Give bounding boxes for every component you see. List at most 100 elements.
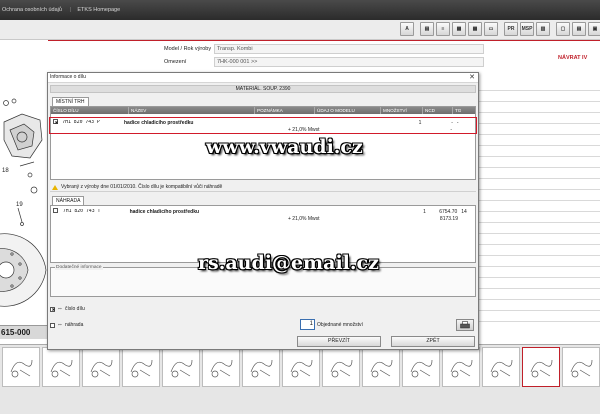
list-icon[interactable]: ≡ xyxy=(436,22,450,36)
table-icon[interactable]: ▦ xyxy=(452,22,466,36)
part-sketch-icon xyxy=(290,359,313,378)
part-sketch-icon xyxy=(330,359,353,378)
chart-icon[interactable]: ▥ xyxy=(536,22,550,36)
callout-19: 19 xyxy=(16,202,23,208)
diagram-thumbnail[interactable] xyxy=(202,347,240,387)
part-sketch-icon xyxy=(130,359,153,378)
dialog-caption: MATERIÁL. SOUP. 2390 xyxy=(50,85,476,93)
top-menu-bar: Ochrana osobních údajů | ETKS Homepage xyxy=(0,0,600,20)
diagram-thumbnail[interactable] xyxy=(82,347,120,387)
list-line xyxy=(478,267,600,278)
arrows-icon: ⇔ xyxy=(57,322,63,328)
row-checkbox[interactable] xyxy=(53,208,58,213)
table-row-vat: + 21,0% Mwst 8173.19 xyxy=(51,215,475,222)
list-line xyxy=(478,168,600,179)
col-quantity[interactable]: MNOŽSTVÍ xyxy=(381,107,423,114)
additional-info-label: Dodatečné informace xyxy=(55,265,103,270)
part-sketch-icon xyxy=(50,359,73,378)
arrows-icon: ⇔ xyxy=(57,306,63,312)
car-icon[interactable]: ▭ xyxy=(484,22,498,36)
tab-local-market[interactable]: MÍSTNÍ TRH xyxy=(52,97,89,106)
col-tg[interactable]: TG xyxy=(453,107,475,114)
list-line xyxy=(478,146,600,157)
list-line xyxy=(478,201,600,212)
option-part-number[interactable]: ⇔ číslo dílu xyxy=(50,306,85,312)
col-ncd[interactable]: NCD xyxy=(423,107,453,114)
pr-icon[interactable]: PR xyxy=(504,22,518,36)
binoculars-icon[interactable]: A xyxy=(400,22,414,36)
back-button[interactable]: ZPĚT xyxy=(391,336,475,347)
diagram-thumbnail[interactable] xyxy=(362,347,400,387)
window-icon[interactable]: ▢ xyxy=(556,22,570,36)
diagram-thumbnail[interactable] xyxy=(42,347,80,387)
diagram-thumbnail[interactable] xyxy=(402,347,440,387)
warning-icon xyxy=(52,184,58,190)
homepage-link[interactable]: ETKS Homepage xyxy=(77,7,120,13)
quantity-label: Objednané množství xyxy=(317,322,363,328)
col-model-info[interactable]: ÚDAJ O MODELU xyxy=(315,107,381,114)
diagram-thumbnail[interactable] xyxy=(482,347,520,387)
diagram-thumbnail[interactable] xyxy=(522,347,560,387)
compatibility-warning: Vybraný z výroby dne 01/01/2010. Číslo d… xyxy=(50,183,476,192)
list-line xyxy=(478,102,600,113)
msp-icon[interactable]: MSP xyxy=(520,22,534,36)
list-line xyxy=(478,124,600,135)
part-sketch-icon xyxy=(10,359,33,378)
privacy-link[interactable]: Ochrana osobních údajů xyxy=(2,7,62,13)
list-line xyxy=(478,278,600,289)
close-icon[interactable]: ✕ xyxy=(469,73,475,82)
diagram-thumbnail[interactable] xyxy=(322,347,360,387)
doc-icon[interactable]: ▤ xyxy=(572,22,586,36)
vat-note: + 21,0% Mwst xyxy=(288,215,320,222)
restriction-label: Omezení xyxy=(164,58,187,65)
list-line xyxy=(478,311,600,322)
print-preview-icon[interactable]: ▤ xyxy=(420,22,434,36)
list-line xyxy=(478,223,600,234)
list-line xyxy=(478,179,600,190)
restriction-row: Omezení 7HK-000 001 >> xyxy=(162,56,600,67)
list-line xyxy=(478,80,600,91)
dialog-titlebar[interactable]: Informace o dílu ✕ xyxy=(48,73,478,83)
warning-text: Vybraný z výroby dne 01/01/2010. Číslo d… xyxy=(61,184,223,190)
tab-replacement[interactable]: NÁHRADA xyxy=(52,196,85,205)
part-sketch-icon xyxy=(530,359,553,378)
part-sketch-icon xyxy=(90,359,113,378)
diagram-thumbnail[interactable] xyxy=(2,347,40,387)
list-line xyxy=(478,289,600,300)
illustration-number: 615-000 xyxy=(0,325,48,339)
grid-header: ČÍSLO DÍLU NÁZEV POZNÁMKA ÚDAJ O MODELU … xyxy=(51,107,475,114)
list-line xyxy=(478,157,600,168)
dialog-title: Informace o dílu xyxy=(50,74,86,80)
col-name[interactable]: NÁZEV xyxy=(129,107,255,114)
print-button[interactable] xyxy=(456,319,474,331)
pdf-icon[interactable]: ▣ xyxy=(588,22,600,36)
table-row[interactable]: 7H1 820 743 T hadice chladicího prostřed… xyxy=(51,208,475,215)
part-number: 7H1 820 743 T xyxy=(62,209,101,214)
diagram-thumbnail[interactable] xyxy=(162,347,200,387)
thumbnail-strip xyxy=(0,344,600,414)
watermark-site: www.vwaudi.cz xyxy=(206,136,363,158)
quantity-input[interactable]: 1 xyxy=(300,319,315,330)
take-over-button[interactable]: PŘEVZÍT xyxy=(297,336,381,347)
col-note[interactable]: POZNÁMKA xyxy=(255,107,315,114)
diagram-thumbnail[interactable] xyxy=(562,347,600,387)
replacement-checkbox[interactable] xyxy=(50,322,55,328)
return-link[interactable]: NÁVRAT IV xyxy=(558,55,587,61)
part-number-checkbox[interactable] xyxy=(50,306,55,312)
model-row: Model / Rok výroby Transp. Kombi xyxy=(162,43,600,54)
menu-separator: | xyxy=(69,7,72,13)
diagram-thumbnail[interactable] xyxy=(242,347,280,387)
model-value: Transp. Kombi xyxy=(214,43,484,54)
part-name: hadice chladicího prostředku xyxy=(129,208,200,215)
brake-diagram-icon: 19 18 xyxy=(0,98,47,331)
parts-diagram[interactable]: 19 18 xyxy=(0,40,48,340)
callout-18: 18 xyxy=(2,168,9,174)
list-line xyxy=(478,91,600,102)
col-part-number[interactable]: ČÍSLO DÍLU xyxy=(51,107,129,114)
grid-icon[interactable]: ▦ xyxy=(468,22,482,36)
option-replacement[interactable]: ⇔ náhrada xyxy=(50,322,83,328)
diagram-thumbnail[interactable] xyxy=(442,347,480,387)
diagram-thumbnail[interactable] xyxy=(122,347,160,387)
diagram-thumbnail[interactable] xyxy=(282,347,320,387)
selected-row-highlight xyxy=(49,117,477,134)
